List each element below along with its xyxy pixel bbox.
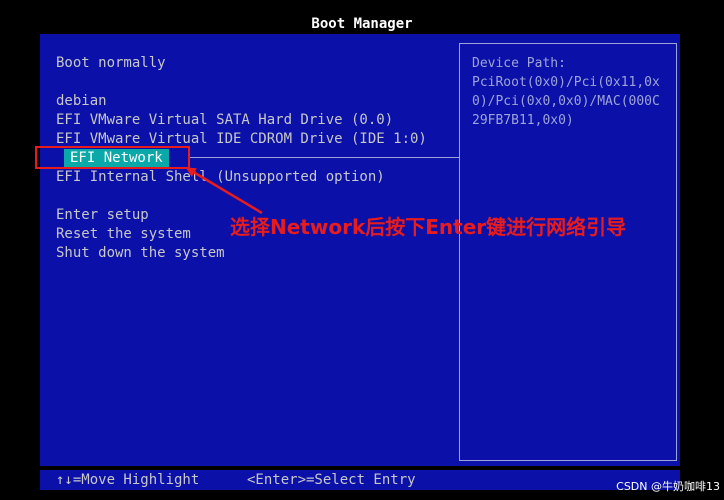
boot-menu-panel: Boot normally debian EFI VMware Virtual … [40,34,680,466]
device-path-line: PciRoot(0x0)/Pci(0x11,0x [472,75,660,90]
menu-item-sata-drive[interactable]: EFI VMware Virtual SATA Hard Drive (0.0) [56,111,393,130]
device-path-heading: Device Path: [472,56,566,71]
device-path-line: 0)/Pci(0x0,0x0)/MAC(000C [472,94,660,109]
key-hint-bar: ↑↓=Move Highlight <Enter>=Select Entry [40,470,680,490]
menu-item-shutdown[interactable]: Shut down the system [56,244,225,263]
menu-item-boot-normally[interactable]: Boot normally [56,54,166,73]
menu-item-debian[interactable]: debian [56,92,107,111]
device-path-panel: Device Path: PciRoot(0x0)/Pci(0x11,0x 0)/P… [459,43,677,461]
annotation-highlight-box [35,146,190,169]
boot-manager-title: Boot Manager [311,16,413,32]
csdn-watermark: CSDN @牛奶咖啡13 [616,480,720,493]
menu-item-enter-setup[interactable]: Enter setup [56,206,149,225]
select-entry-hint: <Enter>=Select Entry [247,472,416,488]
device-path-line: 29FB7B11,0x0) [472,113,574,128]
move-highlight-hint: ↑↓=Move Highlight [56,472,200,488]
menu-item-efi-shell[interactable]: EFI Internal Shell (Unsupported option) [56,168,385,187]
annotation-text: 选择Network后按下Enter键进行网络引导 [230,215,627,239]
menu-item-reset[interactable]: Reset the system [56,225,191,244]
selection-divider [190,157,460,158]
